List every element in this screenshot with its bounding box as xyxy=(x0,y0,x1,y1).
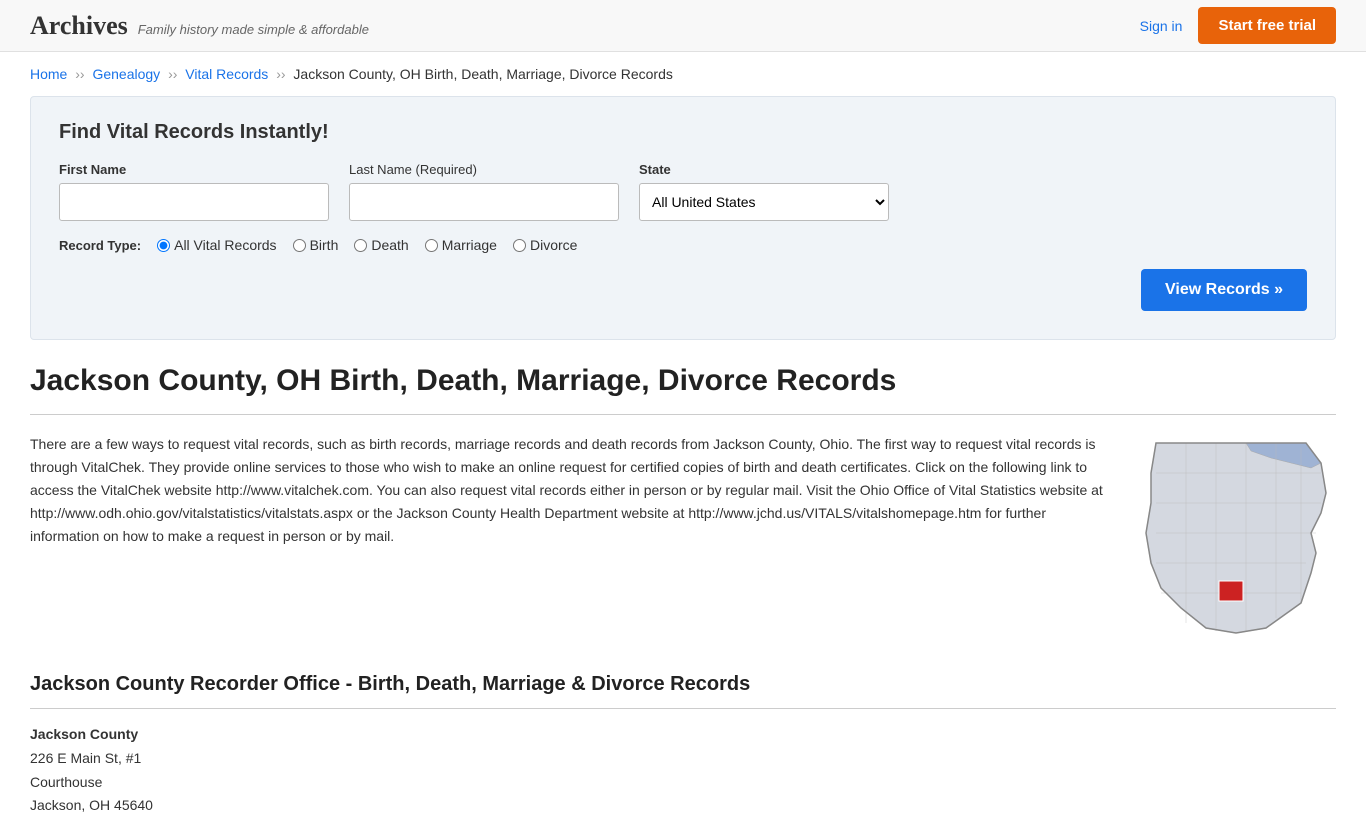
state-label: State xyxy=(639,162,889,177)
radio-all-vital-input[interactable] xyxy=(157,239,170,252)
header-actions: Sign in Start free trial xyxy=(1140,7,1336,44)
first-name-group: First Name xyxy=(59,162,329,221)
radio-divorce-input[interactable] xyxy=(513,239,526,252)
start-trial-button[interactable]: Start free trial xyxy=(1198,7,1336,44)
content-section: There are a few ways to request vital re… xyxy=(30,433,1336,643)
radio-all-vital[interactable]: All Vital Records xyxy=(157,237,276,253)
radio-marriage-input[interactable] xyxy=(425,239,438,252)
search-fields: First Name Last Name (Required) State Al… xyxy=(59,162,1307,221)
page-title: Jackson County, OH Birth, Death, Marriag… xyxy=(30,364,1336,398)
main-content: Jackson County, OH Birth, Death, Marriag… xyxy=(0,364,1366,818)
breadcrumb-vital-records[interactable]: Vital Records xyxy=(185,66,268,82)
first-name-label: First Name xyxy=(59,162,329,177)
breadcrumb-current: Jackson County, OH Birth, Death, Marriag… xyxy=(293,66,672,82)
logo-area: Archives Family history made simple & af… xyxy=(30,11,369,41)
last-name-group: Last Name (Required) xyxy=(349,162,619,221)
view-records-button[interactable]: View Records » xyxy=(1141,269,1307,311)
state-group: State All United States xyxy=(639,162,889,221)
search-title: Find Vital Records Instantly! xyxy=(59,121,1307,144)
radio-birth-input[interactable] xyxy=(293,239,306,252)
office-info: Jackson County 226 E Main St, #1 Courtho… xyxy=(30,723,1336,818)
ohio-map xyxy=(1136,433,1336,643)
search-box: Find Vital Records Instantly! First Name… xyxy=(30,96,1336,340)
site-header: Archives Family history made simple & af… xyxy=(0,0,1366,52)
office-address1: 226 E Main St, #1 xyxy=(30,750,141,766)
record-type-row: Record Type: All Vital Records Birth Dea… xyxy=(59,237,1307,253)
last-name-input[interactable] xyxy=(349,183,619,221)
content-body-text: There are a few ways to request vital re… xyxy=(30,433,1112,643)
divider2 xyxy=(30,708,1336,709)
radio-death-input[interactable] xyxy=(354,239,367,252)
radio-death[interactable]: Death xyxy=(354,237,408,253)
state-select[interactable]: All United States xyxy=(639,183,889,221)
breadcrumb-sep3: ›› xyxy=(276,66,289,82)
office-address2: Courthouse xyxy=(30,774,102,790)
search-footer: View Records » xyxy=(59,269,1307,311)
record-type-label: Record Type: xyxy=(59,238,141,253)
breadcrumb: Home ›› Genealogy ›› Vital Records ›› Ja… xyxy=(0,52,1366,96)
signin-link[interactable]: Sign in xyxy=(1140,18,1183,34)
breadcrumb-home[interactable]: Home xyxy=(30,66,67,82)
first-name-input[interactable] xyxy=(59,183,329,221)
office-address3: Jackson, OH 45640 xyxy=(30,797,153,813)
ohio-map-svg xyxy=(1136,433,1336,643)
site-logo: Archives xyxy=(30,11,128,41)
breadcrumb-sep2: ›› xyxy=(168,66,181,82)
divider1 xyxy=(30,414,1336,415)
breadcrumb-genealogy[interactable]: Genealogy xyxy=(92,66,160,82)
radio-divorce[interactable]: Divorce xyxy=(513,237,577,253)
site-tagline: Family history made simple & affordable xyxy=(138,22,369,37)
radio-marriage[interactable]: Marriage xyxy=(425,237,497,253)
last-name-label: Last Name (Required) xyxy=(349,162,619,177)
radio-birth[interactable]: Birth xyxy=(293,237,339,253)
recorder-office-title: Jackson County Recorder Office - Birth, … xyxy=(30,673,1336,696)
breadcrumb-sep1: ›› xyxy=(75,66,88,82)
office-name: Jackson County xyxy=(30,723,1336,747)
